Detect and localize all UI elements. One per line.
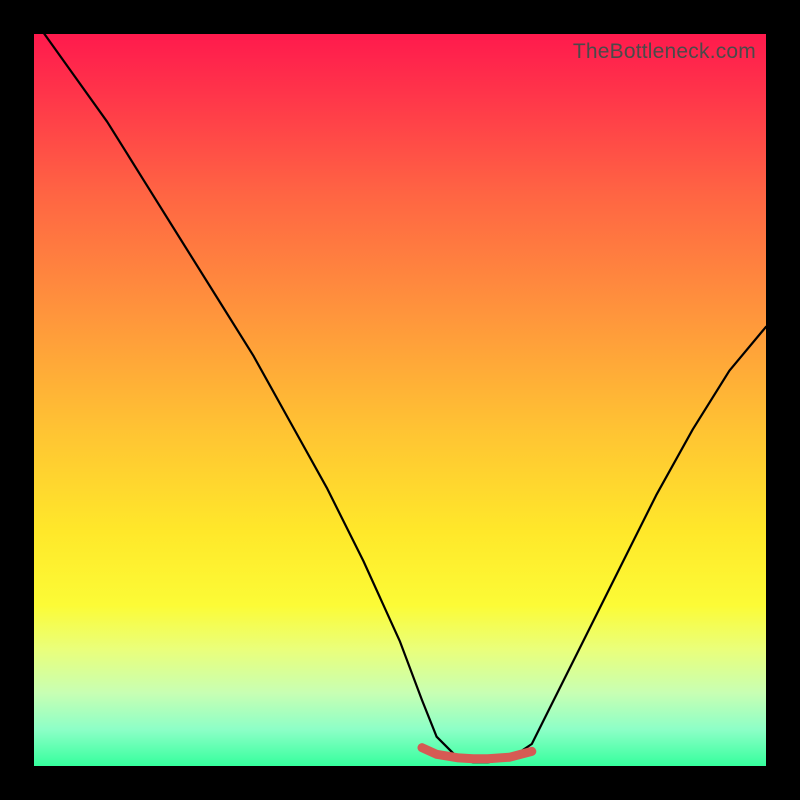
optimal-segment-path [422,748,532,759]
watermark-label: TheBottleneck.com [573,40,756,64]
chart-frame: TheBottleneck.com [0,0,800,800]
bottleneck-curve-path [34,34,766,762]
curve-layer [34,34,766,766]
plot-area: TheBottleneck.com [34,34,766,766]
